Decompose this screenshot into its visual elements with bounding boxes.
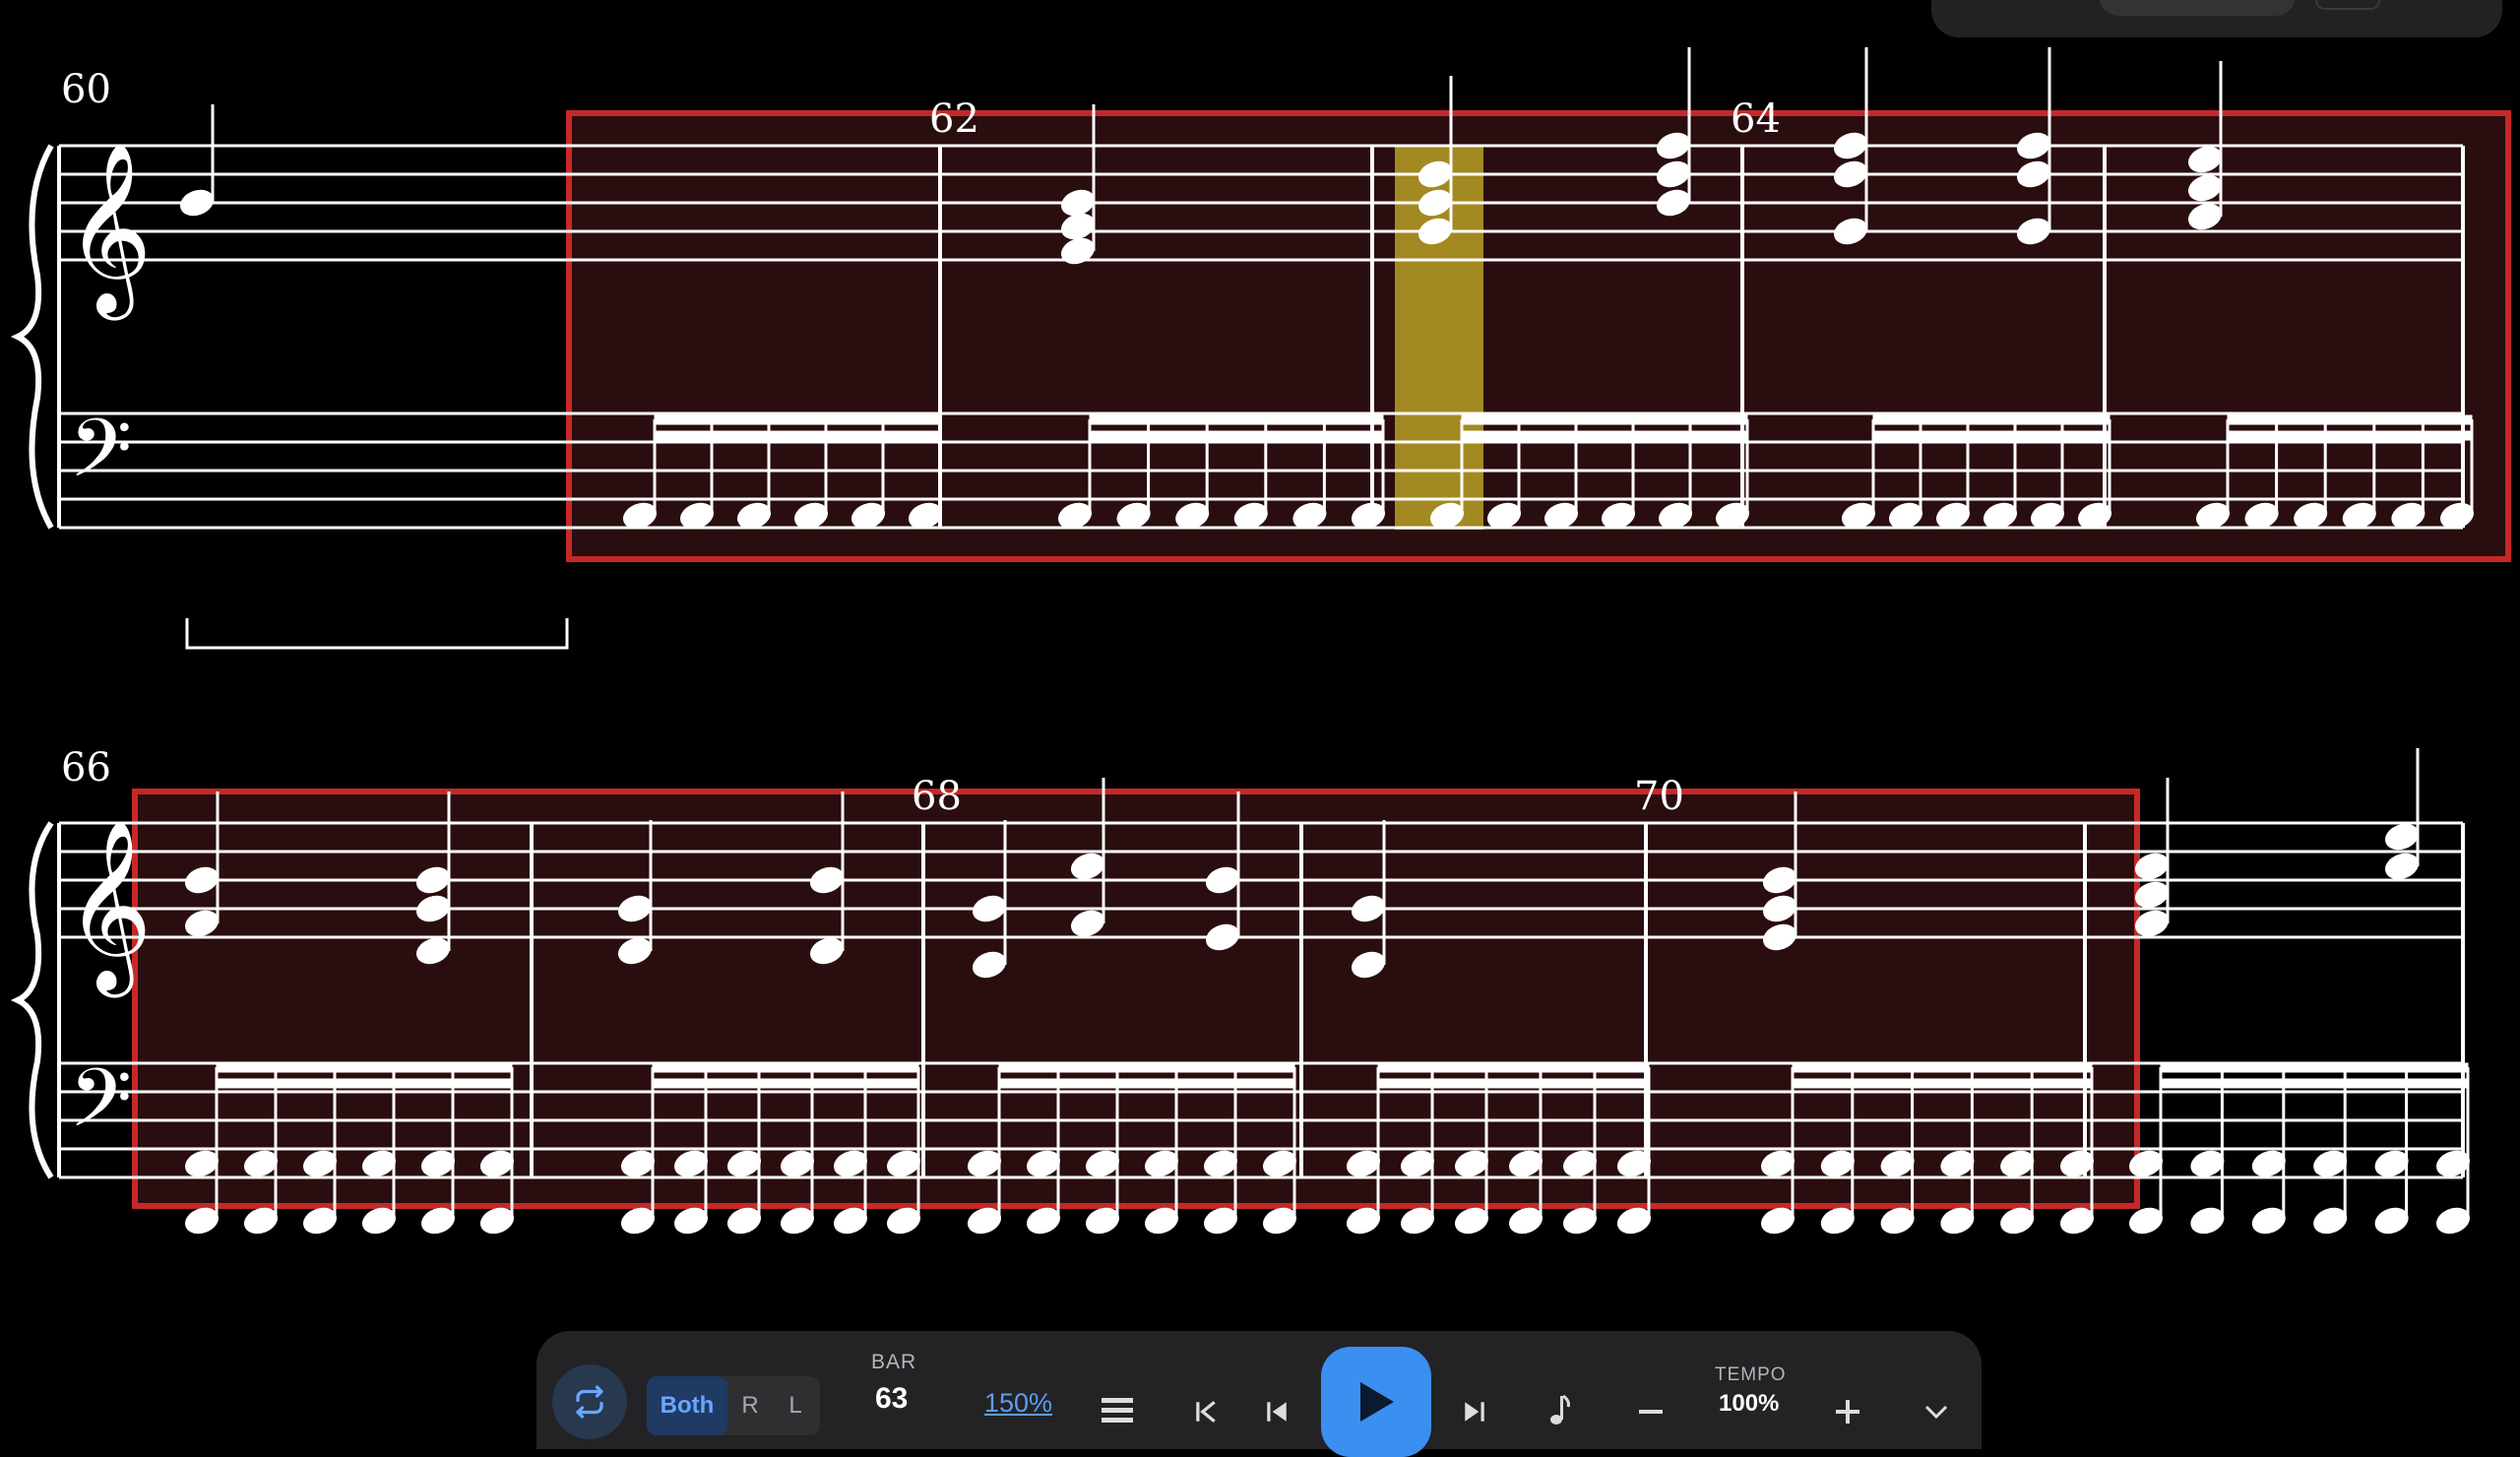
measure-number: 62 — [929, 96, 979, 142]
bracket — [185, 618, 569, 650]
note-beam — [1089, 414, 1384, 425]
note-beam — [1872, 414, 2110, 425]
hamburger-icon — [1102, 1398, 1133, 1423]
note-beam — [998, 1062, 1295, 1073]
treble-clef: 𝄞 — [65, 819, 153, 998]
repeat-icon — [576, 1385, 603, 1419]
note-beam — [1089, 430, 1384, 441]
more-options-button[interactable] — [1917, 1392, 1956, 1431]
metronome-note-icon — [1550, 1394, 1570, 1425]
note-beam — [652, 1062, 919, 1073]
measure-number: 60 — [61, 67, 111, 112]
minus-icon — [1639, 1410, 1663, 1414]
notehead — [180, 189, 214, 217]
note-beam — [2227, 430, 2473, 441]
layout-menu-button[interactable] — [1098, 1390, 1137, 1429]
hand-left-button[interactable]: L — [773, 1376, 818, 1435]
note-beam — [1792, 1078, 2093, 1089]
treble-clef: 𝄞 — [65, 142, 153, 321]
note-beam — [216, 1062, 513, 1073]
note-beam — [1461, 414, 1748, 425]
playback-toolbar: Both R L BAR 63 150% TEMPO 100% — [536, 1331, 1982, 1457]
bar-value[interactable]: 63 — [875, 1382, 908, 1416]
measure-number: 70 — [1634, 774, 1684, 819]
note-beam — [1872, 430, 2110, 441]
measure-number: 68 — [912, 774, 962, 819]
hand-selector: Both R L — [647, 1376, 820, 1435]
metronome-button[interactable] — [1541, 1388, 1580, 1431]
tempo-value[interactable]: 100% — [1719, 1390, 1779, 1418]
hand-both-button[interactable]: Both — [647, 1376, 727, 1435]
tempo-increase-button[interactable] — [1828, 1392, 1867, 1431]
measure-number: 66 — [61, 745, 111, 791]
tempo-decrease-button[interactable] — [1631, 1392, 1670, 1431]
hand-right-button[interactable]: R — [727, 1376, 773, 1435]
note-beam — [2160, 1062, 2469, 1073]
tempo-label: TEMPO — [1715, 1364, 1787, 1385]
note-beam — [998, 1078, 1295, 1089]
note-beam — [1461, 430, 1748, 441]
zoom-level[interactable]: 150% — [984, 1388, 1052, 1419]
top-panel-button[interactable] — [2315, 0, 2380, 10]
previous-bar-icon — [1267, 1402, 1287, 1422]
top-panel — [1931, 0, 2502, 37]
note-beam — [2227, 414, 2473, 425]
notehead — [2385, 853, 2419, 880]
note-beam — [1377, 1078, 1650, 1089]
note-beam — [654, 430, 941, 441]
chevron-down-icon — [1924, 1405, 1948, 1420]
notehead — [2385, 823, 2419, 851]
note-beam — [216, 1078, 513, 1089]
play-button[interactable] — [1321, 1347, 1431, 1457]
next-bar-icon — [1465, 1402, 1484, 1422]
next-bar-button[interactable] — [1455, 1392, 1494, 1431]
brace — [10, 144, 54, 1179]
loop-toggle-button[interactable] — [552, 1364, 627, 1439]
loop-region-system-2 — [132, 789, 2140, 1209]
bass-clef: 𝄢 — [69, 401, 132, 516]
note-beam — [2160, 1078, 2469, 1089]
note-beam — [1377, 1062, 1650, 1073]
sheet-music[interactable]: 𝄞 𝄢 𝄞 𝄢 60 62 64 66 68 70 — [0, 0, 2520, 1418]
skip-to-start-button[interactable] — [1186, 1392, 1226, 1431]
plus-icon — [1836, 1400, 1859, 1424]
note-beam — [654, 414, 941, 425]
measure-number: 64 — [1731, 96, 1781, 142]
bar-label: BAR — [871, 1351, 917, 1373]
note-beam — [1792, 1062, 2093, 1073]
skip-to-start-icon — [1196, 1400, 1216, 1424]
bass-clef: 𝄢 — [69, 1050, 132, 1166]
note-beam — [652, 1078, 919, 1089]
play-icon — [1360, 1382, 1394, 1422]
previous-bar-button[interactable] — [1257, 1392, 1296, 1431]
top-panel-field[interactable] — [2099, 0, 2296, 16]
